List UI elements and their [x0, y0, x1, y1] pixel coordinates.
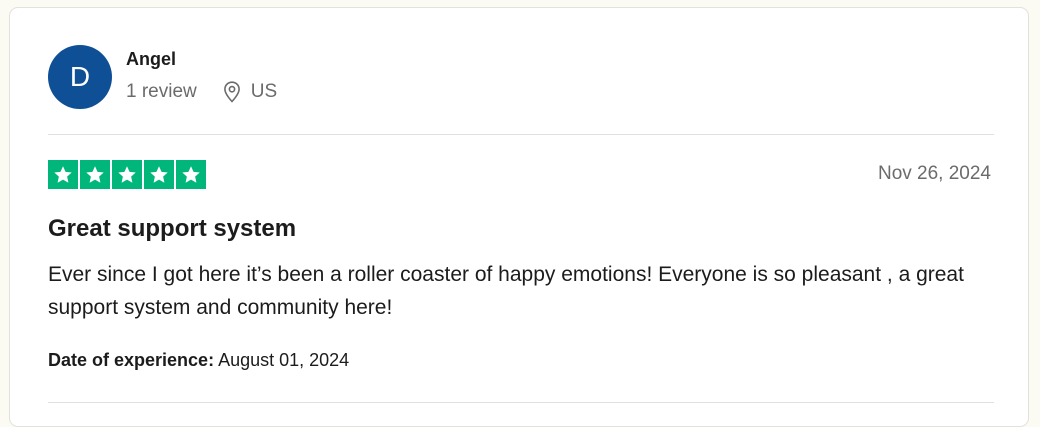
review-card: D Angel 1 review US Nov 26, 2024 Great s… — [9, 7, 1029, 427]
star-icon — [112, 160, 142, 189]
header-divider — [48, 134, 994, 135]
star-icon — [80, 160, 110, 189]
reviewer-meta: 1 review US — [126, 81, 277, 103]
review-count: 1 review — [126, 81, 197, 102]
star-icon — [48, 160, 78, 189]
footer-divider — [48, 402, 994, 403]
star-icon — [176, 160, 206, 189]
date-of-experience: Date of experience: August 01, 2024 — [48, 350, 349, 371]
review-body: Ever since I got here it’s been a roller… — [48, 263, 964, 319]
avatar[interactable]: D — [48, 45, 112, 109]
star-icon — [144, 160, 174, 189]
review-title[interactable]: Great support system — [48, 215, 296, 243]
experience-label: Date of experience: — [48, 350, 215, 370]
experience-date: August 01, 2024 — [218, 350, 350, 370]
avatar-initial: D — [69, 61, 91, 92]
review-date: Nov 26, 2024 — [877, 163, 991, 184]
reviewer-country: US — [250, 81, 278, 102]
reviewer-name[interactable]: Angel — [126, 49, 176, 70]
location-pin-icon — [223, 81, 240, 103]
star-rating — [48, 160, 206, 189]
